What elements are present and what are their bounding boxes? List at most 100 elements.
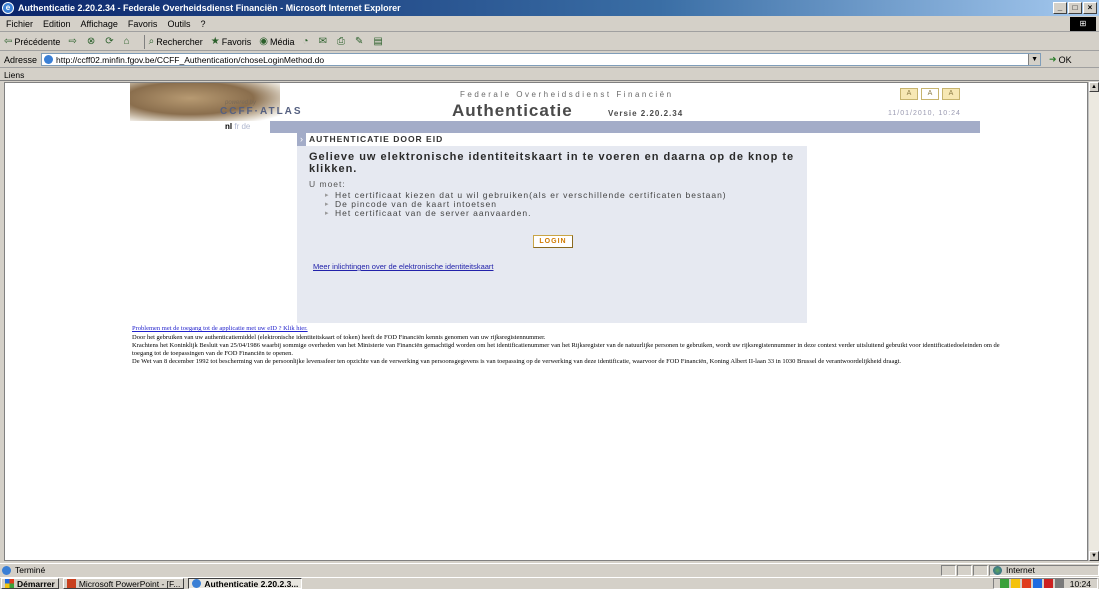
chevron-right-icon: › [297,133,306,146]
toolbar-separator [143,34,145,49]
print-button[interactable]: ⎙ [337,36,347,47]
history-button[interactable]: ◔ [303,36,311,47]
header-banner: powered by CCFF·ATLAS Federale Overheids… [130,83,980,121]
forward-arrow-icon: ⇨ [68,36,77,47]
links-bar[interactable]: Liens [0,69,1099,81]
edit-icon: ✎ [354,36,364,47]
legal-notice: Problemen met de toegang tot de applicat… [132,325,1012,366]
menu-edition[interactable]: Edition [43,19,71,29]
eid-auth-panel: › AUTHENTICATIE DOOR EID Gelieve uw elek… [297,133,807,323]
search-button[interactable]: ⌕ Rechercher [149,36,203,47]
security-zone[interactable]: Internet [989,564,1099,576]
media-button[interactable]: ◉ Média [259,36,294,47]
version-label: Versie 2.20.2.34 [608,109,684,118]
login-button[interactable]: LOGIN [533,235,573,248]
go-label: OK [1058,54,1072,65]
edit-button[interactable]: ✎ [355,36,365,47]
page-title: Authenticatie [452,101,573,120]
font-size-small-button[interactable]: A [900,88,918,100]
mail-icon: ✉ [318,36,327,47]
menu-fichier[interactable]: Fichier [6,19,33,29]
discuss-button[interactable]: ▤ [373,36,384,47]
font-size-medium-button[interactable]: A [921,88,939,100]
scroll-up-icon[interactable]: ▲ [1089,82,1099,92]
lang-nl[interactable]: nl [225,122,232,131]
links-label: Liens [4,70,25,80]
media-icon: ◉ [259,36,269,47]
home-button[interactable]: ⌂ [124,36,132,47]
lang-fr[interactable]: fr [234,122,239,131]
date-time: 11/01/2010, 10:24 [888,110,961,117]
back-label: Précédente [14,36,61,47]
status-cell [973,564,988,576]
instruction-text: Gelieve uw elektronische identiteitskaar… [309,151,795,175]
start-button[interactable]: Démarrer [1,578,59,589]
menu-help[interactable]: ? [200,19,205,29]
tray-mail-icon[interactable] [1043,579,1053,588]
zone-label: Internet [1006,565,1035,575]
address-dropdown-icon[interactable]: ▼ [1028,54,1041,65]
tray-speaker-icon[interactable] [1054,579,1064,588]
more-info-link[interactable]: Meer inlichtingen over de elektronische … [313,262,494,271]
clock: 10:24 [1069,578,1091,589]
tray-antivirus-icon[interactable] [1021,579,1031,588]
browser-window: e Authenticatie 2.20.2.34 - Federale Ove… [0,0,1099,589]
window-controls: _ □ × [1053,2,1097,14]
status-cell [957,564,972,576]
address-label: Adresse [4,54,38,65]
taskbar-item-powerpoint[interactable]: Microsoft PowerPoint - [F... [62,578,185,589]
language-strip: nl fr de [130,121,980,133]
taskbar-item-ie[interactable]: Authenticatie 2.20.2.3... [188,578,303,589]
back-arrow-icon: ⇦ [4,36,13,47]
favorites-button[interactable]: ★ Favoris [211,36,251,47]
tray-monitor-icon[interactable] [1032,579,1042,588]
go-button[interactable]: ➜ OK [1049,54,1072,65]
minimize-button[interactable]: _ [1053,2,1067,14]
must-label: U moet: [309,179,346,189]
menu-bar: Fichier Edition Affichage Favoris Outils… [0,16,1099,32]
status-cell [941,564,956,576]
address-bar: Adresse http://ccff02.minfin.fgov.be/CCF… [0,52,1099,68]
eid-problem-link[interactable]: Problemen met de toegang tot de applicat… [132,325,1012,333]
address-input[interactable]: http://ccff02.minfin.fgov.be/CCFF_Authen… [41,53,1042,66]
search-icon: ⌕ [148,36,155,47]
stop-button[interactable]: ⊗ [87,36,97,47]
back-button[interactable]: ⇦ Précédente [4,36,60,47]
lang-de[interactable]: de [241,122,250,131]
title-bar[interactable]: e Authenticatie 2.20.2.34 - Federale Ove… [0,0,1099,16]
close-button[interactable]: × [1083,2,1097,14]
maximize-button[interactable]: □ [1068,2,1082,14]
history-icon: ◔ [302,36,309,47]
panel-header: › AUTHENTICATIE DOOR EID [297,133,807,146]
vertical-scrollbar[interactable]: ▲ ▼ [1088,82,1099,561]
status-text: Terminé [15,565,46,575]
page-content: powered by CCFF·ATLAS Federale Overheids… [4,82,1088,561]
page-icon [44,55,54,64]
go-arrow-icon: ➜ [1049,54,1057,64]
font-size-selector: A A A [900,88,960,100]
task-label: Authenticatie 2.20.2.3... [204,578,299,589]
font-size-large-button[interactable]: A [942,88,960,100]
toolbar: ⇦ Précédente ⇨ ⊗ ⟳ ⌂ ⌕ Rechercher ★ Favoris… [0,33,1099,51]
language-selector: nl fr de [130,121,270,133]
home-icon: ⌂ [123,36,130,47]
refresh-button[interactable]: ⟳ [105,36,115,47]
tray-network-icon[interactable] [999,579,1009,588]
ie-icon: e [2,2,14,14]
forward-button[interactable]: ⇨ [68,36,78,47]
menu-affichage[interactable]: Affichage [81,19,118,29]
tray-shield-icon[interactable] [1010,579,1020,588]
menu-outils[interactable]: Outils [167,19,190,29]
page-done-icon [2,565,11,575]
scroll-down-icon[interactable]: ▼ [1089,551,1099,561]
address-url: http://ccff02.minfin.fgov.be/CCFF_Authen… [56,54,325,65]
start-label: Démarrer [17,578,55,589]
print-icon: ⎙ [336,36,345,47]
internet-globe-icon [993,565,1002,575]
menu-favoris[interactable]: Favoris [128,19,158,29]
agency-name: Federale Overheidsdienst Financiën [460,90,674,99]
steps-list: Het certificaat kiezen dat u wil gebruik… [325,191,795,219]
mail-button[interactable]: ✉ [319,36,329,47]
status-bar: Terminé Internet [0,563,1099,576]
status-text-area: Terminé [2,565,940,575]
